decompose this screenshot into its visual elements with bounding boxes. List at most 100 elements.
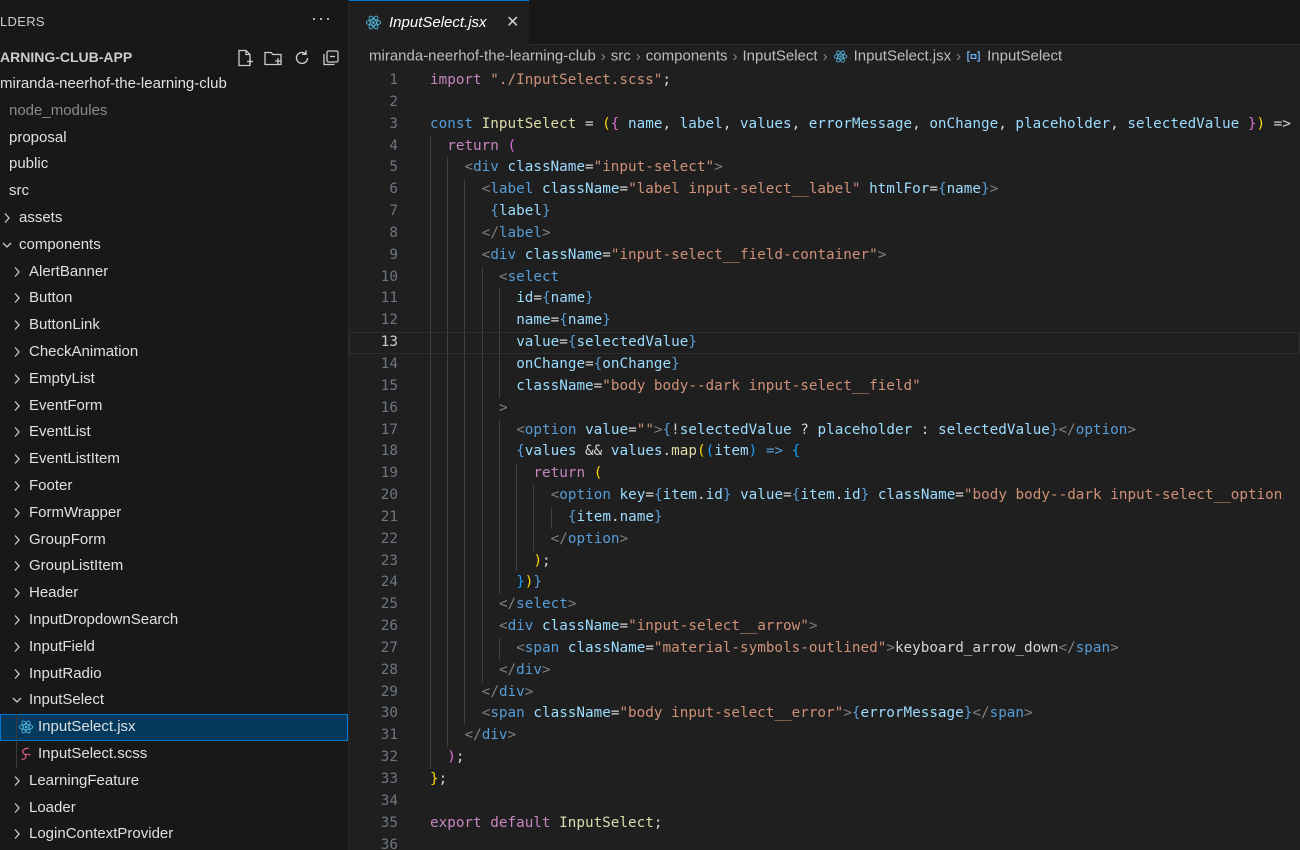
code-editor[interactable]: 1 import "./InputSelect.scss"; 2 3 const Inp… — [349, 70, 1300, 850]
chevron-right-icon[interactable] — [11, 634, 23, 660]
tree-item-eventlistitem[interactable]: EventListItem — [0, 446, 348, 473]
more-actions-icon[interactable]: ··· — [311, 8, 332, 29]
chevron-right-icon[interactable] — [11, 393, 23, 419]
code-line[interactable]: 10 <select — [349, 266, 1300, 289]
chevron-right-icon[interactable] — [11, 446, 23, 472]
code-line[interactable]: 23); — [349, 550, 1300, 573]
chevron-right-icon[interactable] — [11, 527, 23, 553]
code-line[interactable]: 4 return ( — [349, 135, 1300, 158]
tab-inputselect-jsx[interactable]: InputSelect.jsx ✕ — [349, 0, 529, 45]
tree-item-checkanimation[interactable]: CheckAnimation — [0, 339, 348, 366]
chevron-right-icon[interactable] — [11, 285, 23, 311]
code-line[interactable]: 2 — [349, 92, 1300, 114]
tree-item-emptylist[interactable]: EmptyList — [0, 366, 348, 393]
chevron-down-icon[interactable] — [11, 687, 23, 713]
breadcrumb-item[interactable]: components — [646, 47, 728, 65]
chevron-right-icon[interactable] — [11, 661, 23, 687]
chevron-right-icon[interactable] — [11, 821, 23, 847]
code-line[interactable]: 13 value={selectedValue} — [349, 332, 1300, 354]
tree-item-formwrapper[interactable]: FormWrapper — [0, 500, 348, 527]
tree-item-inputradio[interactable]: InputRadio — [0, 661, 348, 688]
code-line[interactable]: 33}; — [349, 769, 1300, 791]
chevron-right-icon[interactable] — [11, 366, 23, 392]
tree-item-header[interactable]: Header — [0, 580, 348, 607]
tree-item-groupform[interactable]: GroupForm — [0, 527, 348, 554]
code-line[interactable]: 36 — [349, 835, 1300, 850]
code-line[interactable]: 12 name={name} — [349, 310, 1300, 333]
code-line[interactable]: 6 <label className="label input-select__l… — [349, 179, 1300, 202]
breadcrumb-item[interactable]: InputSelect.jsx — [833, 47, 951, 65]
tree-item-buttonlink[interactable]: ButtonLink — [0, 312, 348, 339]
code-line[interactable]: 1 import "./InputSelect.scss"; — [349, 70, 1300, 92]
tree-item-alertbanner[interactable]: AlertBanner — [0, 259, 348, 286]
code-line[interactable]: 16 > — [349, 397, 1300, 420]
code-line[interactable]: 17 <option value="">{!selectedValue ? pla… — [349, 419, 1300, 442]
code-line[interactable]: 29 </div> — [349, 681, 1300, 704]
chevron-right-icon[interactable] — [1, 205, 13, 231]
new-folder-icon[interactable] — [263, 48, 283, 68]
code-line[interactable]: 34 — [349, 791, 1300, 813]
chevron-right-icon[interactable] — [11, 339, 23, 365]
code-line[interactable]: 27 <span className="material-symbols-outl… — [349, 637, 1300, 660]
code-line[interactable]: 32); — [349, 747, 1300, 769]
chevron-right-icon[interactable] — [11, 473, 23, 499]
tree-item-proposal[interactable]: proposal — [0, 125, 348, 152]
tree-item-components[interactable]: components — [0, 232, 348, 259]
code-line[interactable]: 19 return ( — [349, 463, 1300, 486]
code-line[interactable]: 9 <div className="input-select__field-con… — [349, 244, 1300, 267]
workspace-header[interactable]: ARNING-CLUB-APP — [0, 44, 348, 70]
code-line[interactable]: 25 </select> — [349, 594, 1300, 617]
chevron-right-icon[interactable] — [11, 553, 23, 579]
chevron-right-icon[interactable] — [11, 795, 23, 821]
tree-item-inputselect-jsx[interactable]: InputSelect.jsx — [0, 714, 348, 741]
chevron-right-icon[interactable] — [11, 419, 23, 445]
code-line[interactable]: 11 id={name} — [349, 288, 1300, 311]
code-line[interactable]: 26 <div className="input-select__arrow"> — [349, 616, 1300, 638]
code-line[interactable]: 5 <div className="input-select"> — [349, 157, 1300, 180]
code-line[interactable]: 18 {values && values.map((item) => { — [349, 441, 1300, 464]
collapse-all-icon[interactable] — [321, 48, 341, 68]
tree-item-loader[interactable]: Loader — [0, 795, 348, 822]
tree-item-inputselect-scss[interactable]: InputSelect.scss — [0, 740, 348, 768]
chevron-right-icon[interactable] — [11, 768, 23, 794]
code-line[interactable]: 8 </label> — [349, 222, 1300, 245]
tree-item-inputdropdownsearch[interactable]: InputDropdownSearch — [0, 607, 348, 634]
code-line[interactable]: 3 const InputSelect = ({ name, label, val… — [349, 114, 1300, 136]
tree-item-node-modules[interactable]: node_modules — [0, 98, 348, 125]
tree-item-assets[interactable]: assets — [0, 205, 348, 232]
code-line[interactable]: 20 <option key={item.id} value={item.id} … — [349, 485, 1300, 507]
close-icon[interactable]: ✕ — [506, 12, 519, 32]
tree-item-footer[interactable]: Footer — [0, 473, 348, 500]
tree-item-inputselect[interactable]: InputSelect — [0, 687, 348, 714]
code-line[interactable]: 30 <span className="body input-select__er… — [349, 703, 1300, 726]
chevron-right-icon[interactable] — [11, 500, 23, 526]
tree-item-button[interactable]: Button — [0, 285, 348, 312]
breadcrumb-item[interactable]: miranda-neerhof-the-learning-club — [369, 47, 596, 65]
code-line[interactable]: 14 onChange={onChange} — [349, 353, 1300, 376]
code-line[interactable]: 21 {item.name} — [349, 506, 1300, 529]
chevron-right-icon[interactable] — [11, 580, 23, 606]
chevron-right-icon[interactable] — [11, 312, 23, 338]
tree-item-learningfeature[interactable]: LearningFeature — [0, 768, 348, 795]
tree-item-eventlist[interactable]: EventList — [0, 419, 348, 446]
code-line[interactable]: 15 className="body body--dark input-selec… — [349, 375, 1300, 398]
breadcrumb-item[interactable]: InputSelect — [743, 47, 818, 65]
breadcrumb-item[interactable]: src — [611, 47, 631, 65]
chevron-right-icon[interactable] — [11, 607, 23, 633]
new-file-icon[interactable] — [235, 48, 255, 68]
tree-item-miranda-neerhof-the-learning-club[interactable]: miranda-neerhof-the-learning-club — [0, 71, 348, 98]
code-line[interactable]: 35 export default InputSelect; — [349, 813, 1300, 835]
tree-item-grouplistitem[interactable]: GroupListItem — [0, 553, 348, 580]
tree-item-logincontextprovider[interactable]: LoginContextProvider — [0, 821, 348, 848]
chevron-right-icon[interactable] — [11, 259, 23, 285]
tree-item-src[interactable]: src — [0, 178, 348, 205]
chevron-down-icon[interactable] — [1, 232, 13, 258]
code-line[interactable]: 24})} — [349, 572, 1300, 595]
refresh-icon[interactable] — [292, 48, 312, 68]
code-line[interactable]: 7 {label} — [349, 201, 1300, 223]
breadcrumb-item[interactable]: InputSelect — [966, 47, 1062, 65]
code-line[interactable]: 22 </option> — [349, 528, 1300, 551]
code-line[interactable]: 31 </div> — [349, 725, 1300, 748]
tree-item-inputfield[interactable]: InputField — [0, 634, 348, 661]
tree-item-eventform[interactable]: EventForm — [0, 393, 348, 420]
